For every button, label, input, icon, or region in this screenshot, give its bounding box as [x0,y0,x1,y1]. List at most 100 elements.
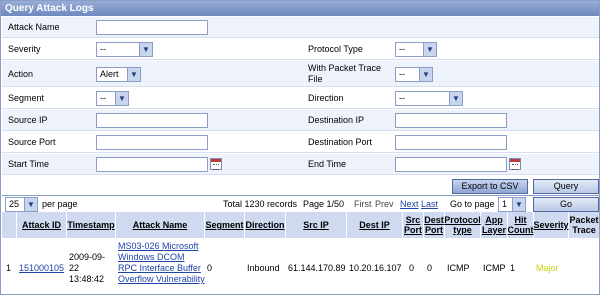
table-header-severity-label: Severity [533,220,569,230]
form-row-segment: Segment -- ▼ Direction -- ▼ [2,88,599,109]
table-header-protocol-type[interactable]: Protocol type [444,212,481,238]
row-dest-port: 0 [427,263,433,273]
source-port-label: Source Port [8,137,56,147]
calendar-icon[interactable] [210,158,222,170]
table-header-hit-count[interactable]: Hit Count [507,212,534,238]
next-page-link[interactable]: Next [400,199,419,210]
row-dest-ip: 10.20.16.107 [349,263,402,273]
protocol-type-label: Protocol Type [308,44,363,54]
row-protocol-type: ICMP [447,263,470,273]
row-index: 1 [6,263,12,273]
with-packet-trace-select-value: -- [399,69,405,79]
with-packet-trace-select[interactable]: -- ▼ [395,67,433,82]
table-header-severity[interactable]: Severity [533,212,569,238]
table-header-attack-name-label: Attack Name [132,220,188,230]
action-label: Action [8,69,34,79]
segment-label: Segment [8,93,45,103]
severity-select[interactable]: -- ▼ [96,42,153,57]
end-time-input[interactable] [395,157,507,172]
start-time-input[interactable] [96,157,208,172]
query-button[interactable]: Query [533,179,599,194]
per-page-select-value: 25 [9,199,20,209]
destination-port-label: Destination Port [308,137,373,147]
calendar-icon[interactable] [509,158,521,170]
chevron-down-icon: ▼ [24,198,37,211]
form-row-attack-name: Attack Name [2,17,599,38]
goto-page-select-value: 1 [502,199,508,209]
action-select-value: Alert [100,69,119,79]
table-header-attack-id[interactable]: Attack ID [17,212,66,238]
table-header-attack-name[interactable]: Attack Name [116,212,204,238]
table-header-index [2,212,16,238]
goto-page-select[interactable]: 1 ▼ [498,197,526,212]
first-page-link[interactable]: First [354,199,372,210]
table-header-src-port-label: Src Port [404,215,422,235]
protocol-type-select-value: -- [399,44,405,54]
table-header-direction-label: Direction [245,220,285,230]
segment-select[interactable]: -- ▼ [96,91,129,106]
table-header-segment[interactable]: Segment [205,212,244,238]
row-attack-name-link[interactable]: MS03-026 Microsoft Windows DCOM RPC Inte… [118,241,205,285]
table-header-dest-port-label: Dest Port [424,215,444,235]
attack-name-input[interactable] [96,20,208,35]
chevron-down-icon: ▼ [115,92,128,105]
form-row-source-ip: Source IP Destination IP [2,110,599,131]
protocol-type-select[interactable]: -- ▼ [395,42,437,57]
end-time-label: End Time [308,159,347,169]
direction-select[interactable]: -- ▼ [395,91,463,106]
severity-label: Severity [8,44,41,54]
per-page-select[interactable]: 25 ▼ [5,197,38,212]
form-row-time: Start Time End Time [2,154,599,175]
table-header-packet-trace: Packet Trace [569,212,599,238]
row-timestamp: 2009-09-22 13:48:42 [69,252,106,284]
table-header-hit-count-label: Hit Count [507,215,534,235]
table-header-protocol-type-label: Protocol type [444,215,481,235]
chevron-down-icon: ▼ [449,92,462,105]
table-header-packet-trace-label: Packet Trace [569,215,599,235]
row-attack-id-link[interactable]: 151000105 [19,263,64,274]
chevron-down-icon: ▼ [127,68,140,81]
row-src-ip: 61.144.170.89 [288,263,346,273]
table-header-src-port[interactable]: Src Port [403,212,423,238]
form-row-action: Action Alert ▼ With Packet Trace File --… [2,61,599,87]
direction-select-value: -- [399,93,405,103]
table-header-dest-ip[interactable]: Dest IP [347,212,402,238]
table-header-app-layer[interactable]: App Layer [481,212,507,238]
table-header-timestamp-label: Timestamp [67,220,115,230]
destination-port-input[interactable] [395,135,507,150]
form-row-source-port: Source Port Destination Port [2,132,599,153]
start-time-label: Start Time [8,159,50,169]
page-indicator: Page 1/50 [303,199,345,209]
per-page-label: per page [42,199,78,209]
severity-select-value: -- [100,44,106,54]
table-header-dest-ip-label: Dest IP [359,220,390,230]
row-app-layer: ICMP [483,263,506,273]
form-row-severity: Severity -- ▼ Protocol Type -- ▼ [2,39,599,60]
direction-label: Direction [308,93,344,103]
action-select[interactable]: Alert ▼ [96,67,141,82]
row-hit-count: 1 [510,263,516,273]
chevron-down-icon: ▼ [139,43,152,56]
table-header-attack-id-label: Attack ID [21,220,61,230]
prev-page-link[interactable]: Prev [375,199,394,210]
table-header-src-ip[interactable]: Src IP [286,212,346,238]
source-ip-label: Source IP [8,115,48,125]
divider [2,195,599,196]
last-page-link[interactable]: Last [421,199,438,210]
chevron-down-icon: ▼ [423,43,436,56]
row-src-port: 0 [409,263,415,273]
source-port-input[interactable] [96,135,208,150]
segment-select-value: -- [100,93,106,103]
source-ip-input[interactable] [96,113,208,128]
table-header-direction[interactable]: Direction [245,212,285,238]
table-header-dest-port[interactable]: Dest Port [424,212,444,238]
go-button[interactable]: Go [533,197,599,212]
destination-ip-label: Destination IP [308,115,365,125]
chevron-down-icon: ▼ [419,68,432,81]
with-packet-trace-label: With Packet Trace File [308,63,382,84]
table-header-timestamp[interactable]: Timestamp [67,212,115,238]
export-csv-button[interactable]: Export to CSV [452,179,528,194]
destination-ip-input[interactable] [395,113,507,128]
table-header-app-layer-label: App Layer [481,215,507,235]
table-header-src-ip-label: Src IP [303,220,329,230]
